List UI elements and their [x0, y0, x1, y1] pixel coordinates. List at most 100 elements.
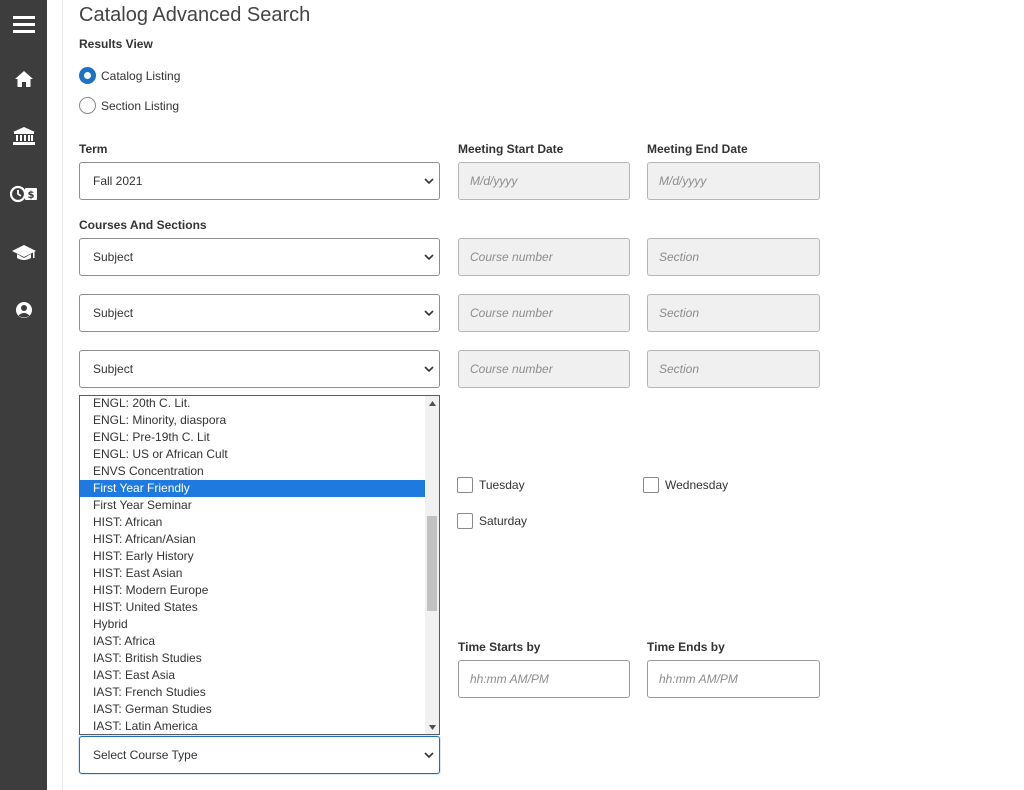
profile-button[interactable]: [0, 290, 47, 330]
results-view-label: Results View: [79, 37, 153, 51]
radio-catalog-listing[interactable]: Catalog Listing: [79, 67, 180, 84]
chevron-down-icon: [424, 310, 434, 317]
checkbox-label: Tuesday: [479, 478, 525, 492]
dropdown-option[interactable]: IAST: East Asia: [80, 667, 426, 684]
sidebar: $: [0, 0, 47, 790]
input-placeholder: hh:mm AM/PM: [470, 672, 549, 686]
meeting-start-label: Meeting Start Date: [458, 142, 564, 156]
chevron-down-icon: [424, 254, 434, 261]
course-number-input[interactable]: Course number: [458, 294, 630, 332]
home-button[interactable]: [0, 59, 47, 99]
menu-button[interactable]: [0, 4, 47, 44]
scroll-down-button[interactable]: [425, 720, 439, 734]
radio-checked-icon: [79, 67, 96, 84]
dropdown-option[interactable]: IAST: British Studies: [80, 650, 426, 667]
dropdown-option[interactable]: HIST: East Asian: [80, 565, 426, 582]
input-placeholder: M/d/yyyy: [659, 174, 707, 188]
graduation-cap-icon: [11, 245, 36, 260]
chevron-down-icon: [424, 366, 434, 373]
home-icon: [14, 71, 33, 87]
dropdown-option[interactable]: IAST: German Studies: [80, 701, 426, 718]
dropdown-option[interactable]: ENVS Concentration: [80, 463, 426, 480]
subject-select[interactable]: Subject: [79, 294, 440, 332]
dropdown-option[interactable]: IAST: Latin America: [80, 718, 426, 734]
main-content: Catalog Advanced Search Results View Cat…: [79, 0, 1024, 790]
dropdown-scrollbar[interactable]: [425, 396, 439, 734]
dropdown-option[interactable]: HIST: United States: [80, 599, 426, 616]
checkbox-box: [457, 513, 473, 529]
course-type-select-value: Select Course Type: [93, 748, 198, 762]
menu-icon: [12, 16, 35, 33]
finance-button[interactable]: $: [0, 174, 47, 214]
dropdown-option[interactable]: ENGL: Pre-19th C. Lit: [80, 429, 426, 446]
subject-select[interactable]: Subject: [79, 350, 440, 388]
time-ends-input[interactable]: hh:mm AM/PM: [647, 660, 820, 698]
dropdown-option[interactable]: ENGL: US or African Cult: [80, 446, 426, 463]
subject-select-value: Subject: [93, 362, 134, 376]
bank-icon: [12, 127, 35, 145]
chevron-down-icon: [424, 178, 434, 185]
finance-icon: $: [9, 185, 37, 203]
scrollbar-thumb[interactable]: [427, 516, 437, 611]
chevron-down-icon: [424, 752, 434, 759]
radio-label: Catalog Listing: [101, 68, 181, 83]
dropdown-option[interactable]: Hybrid: [80, 616, 426, 633]
term-select[interactable]: Fall 2021: [79, 162, 440, 200]
term-label: Term: [79, 142, 108, 156]
radio-section-listing[interactable]: Section Listing: [79, 97, 179, 114]
checkbox-saturday[interactable]: Saturday: [457, 513, 527, 529]
checkbox-box: [457, 477, 473, 493]
dropdown-option[interactable]: IAST: French Studies: [80, 684, 426, 701]
institution-button[interactable]: [0, 116, 47, 156]
term-select-value: Fall 2021: [93, 174, 143, 188]
academics-button[interactable]: [0, 233, 47, 273]
checkbox-label: Saturday: [479, 514, 528, 528]
input-placeholder: Course number: [470, 362, 553, 376]
time-starts-input[interactable]: hh:mm AM/PM: [458, 660, 630, 698]
time-ends-label: Time Ends by: [647, 640, 725, 654]
input-placeholder: Course number: [470, 306, 553, 320]
dropdown-option[interactable]: ENGL: 20th C. Lit.: [80, 396, 426, 412]
courses-sections-label: Courses And Sections: [79, 218, 207, 232]
meeting-end-date-input[interactable]: M/d/yyyy: [647, 162, 820, 200]
course-type-select[interactable]: Select Course Type: [79, 736, 440, 774]
dropdown-options: ENGL: 20th C. Lit. ENGL: Minority, diaspo…: [80, 396, 426, 734]
radio-unchecked-icon: [79, 97, 96, 114]
subject-select-value: Subject: [93, 250, 134, 264]
user-icon: [15, 302, 32, 318]
course-type-dropdown-list[interactable]: ENGL: 20th C. Lit. ENGL: Minority, diaspo…: [79, 395, 440, 735]
section-input[interactable]: Section: [647, 294, 820, 332]
dropdown-option[interactable]: IAST: Africa: [80, 633, 426, 650]
dropdown-option[interactable]: First Year Friendly: [80, 480, 426, 497]
dropdown-option[interactable]: HIST: African/Asian: [80, 531, 426, 548]
meeting-start-date-input[interactable]: M/d/yyyy: [458, 162, 630, 200]
dropdown-option[interactable]: HIST: African: [80, 514, 426, 531]
input-placeholder: Section: [659, 362, 700, 376]
time-starts-label: Time Starts by: [458, 640, 541, 654]
dropdown-option[interactable]: First Year Seminar: [80, 497, 426, 514]
subject-select[interactable]: Subject: [79, 238, 440, 276]
checkbox-box: [643, 477, 659, 493]
meeting-end-label: Meeting End Date: [647, 142, 748, 156]
checkbox-tuesday[interactable]: Tuesday: [457, 477, 525, 493]
input-placeholder: Section: [659, 250, 700, 264]
content-divider: [62, 0, 63, 790]
dropdown-option[interactable]: HIST: Modern Europe: [80, 582, 426, 599]
dropdown-option[interactable]: ENGL: Minority, diaspora: [80, 412, 426, 429]
input-placeholder: M/d/yyyy: [470, 174, 518, 188]
page-title: Catalog Advanced Search: [79, 4, 311, 26]
checkbox-wednesday[interactable]: Wednesday: [643, 477, 728, 493]
section-input[interactable]: Section: [647, 350, 820, 388]
radio-label: Section Listing: [101, 98, 180, 113]
subject-select-value: Subject: [93, 306, 134, 320]
scroll-up-button[interactable]: [425, 396, 439, 410]
checkbox-label: Wednesday: [665, 478, 729, 492]
input-placeholder: Course number: [470, 250, 553, 264]
caret-down-icon: [428, 724, 436, 730]
course-number-input[interactable]: Course number: [458, 350, 630, 388]
svg-text:$: $: [27, 190, 34, 201]
section-input[interactable]: Section: [647, 238, 820, 276]
input-placeholder: hh:mm AM/PM: [659, 672, 738, 686]
course-number-input[interactable]: Course number: [458, 238, 630, 276]
dropdown-option[interactable]: HIST: Early History: [80, 548, 426, 565]
